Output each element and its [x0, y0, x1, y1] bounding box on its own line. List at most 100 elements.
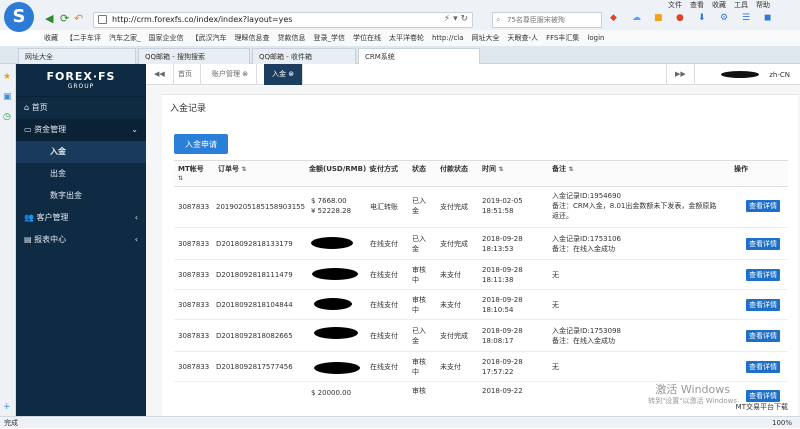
- customers-label: 客户管理: [36, 213, 69, 222]
- bookmark-3[interactable]: 国家企业信: [149, 33, 184, 43]
- bookmark-13[interactable]: FFS丰汇集: [546, 33, 579, 43]
- profile-icon[interactable]: ◼: [764, 13, 771, 23]
- cloud-icon[interactable]: ☁: [632, 13, 641, 23]
- tab-2[interactable]: QQ邮箱 - 收件箱: [252, 48, 356, 64]
- view-details-button[interactable]: 查看详情: [746, 238, 780, 250]
- document-icon[interactable]: ▣: [3, 92, 12, 102]
- crm-app: FOREX·FS GROUP ⌂ 首页 ▭ 资金管理 ⌄ 入金 出金 数字出金 👥…: [16, 64, 800, 417]
- table-row: 3087833 D2018092818104844 在线支付 审核中 未支付 2…: [174, 290, 788, 320]
- pay-method: 在线支付: [370, 271, 398, 279]
- bookmark-8[interactable]: 学位在线: [353, 33, 381, 43]
- tab-home[interactable]: 首页: [170, 64, 201, 85]
- tab-deposit[interactable]: 入金 ⊗: [264, 64, 304, 85]
- tab-deposit-label: 入金: [272, 70, 286, 78]
- sidebar-item-deposit[interactable]: 入金: [16, 141, 146, 163]
- pay-status: 支付完成: [440, 332, 468, 340]
- extension-icon[interactable]: ◆: [610, 13, 617, 23]
- menu-icon[interactable]: ☰: [742, 13, 750, 23]
- col-paystatus[interactable]: 付款状态: [440, 165, 468, 174]
- zoom-level[interactable]: 100%: [772, 417, 792, 429]
- bookmark-0[interactable]: 收藏: [44, 33, 58, 43]
- bookmark-11[interactable]: 网址大全: [472, 33, 500, 43]
- tab-3-label: CRM系统: [365, 53, 395, 61]
- sidebar-item-funds[interactable]: ▭ 资金管理 ⌄: [16, 119, 146, 141]
- back-icon[interactable]: ◀: [45, 12, 53, 25]
- col-time[interactable]: 时间 ⇅: [482, 165, 503, 174]
- menu-view[interactable]: 查看: [690, 0, 704, 10]
- address-bar[interactable]: http://crm.forexfs.co/index/index?layout…: [93, 12, 473, 28]
- bookmark-4[interactable]: 【武汉汽车: [192, 33, 227, 43]
- refresh-icon[interactable]: ⟳: [60, 12, 69, 25]
- pay-status: 支付完成: [440, 240, 468, 248]
- tab-1[interactable]: QQ邮箱 - 搜狗搜索: [138, 48, 250, 64]
- tab-account-label: 账户管理: [212, 70, 240, 78]
- col-amount[interactable]: 金额(USD/RMB) ⇅: [309, 165, 374, 174]
- bookmark-14[interactable]: login: [587, 34, 604, 42]
- view-details-button[interactable]: 查看详情: [746, 361, 780, 373]
- view-details-button[interactable]: 查看详情: [746, 299, 780, 311]
- app-icon[interactable]: ●: [676, 13, 684, 23]
- view-details-button[interactable]: 查看详情: [746, 269, 780, 281]
- sidebar-item-digital-withdraw[interactable]: 数字出金: [16, 185, 146, 207]
- menu-help[interactable]: 帮助: [756, 0, 770, 10]
- view-details-button[interactable]: 查看详情: [746, 390, 780, 402]
- tabs-next-icon[interactable]: ▶▶: [666, 64, 695, 85]
- menu-file[interactable]: 文件: [668, 0, 682, 10]
- bookmark-12[interactable]: 天眼查-人: [508, 33, 539, 43]
- clock-icon[interactable]: ◷: [3, 112, 11, 122]
- sidebar-item-withdraw[interactable]: 出金: [16, 163, 146, 185]
- bookmark-10[interactable]: http://cla: [432, 34, 464, 42]
- menu-favorites[interactable]: 收藏: [712, 0, 726, 10]
- users-icon: 👥: [24, 213, 34, 222]
- search-box[interactable]: ⌕: [492, 12, 602, 28]
- menu-bar: 文件 查看 收藏 工具 帮助: [668, 0, 770, 10]
- col-order[interactable]: 订单号 ⇅: [218, 165, 246, 174]
- search-input[interactable]: [493, 13, 601, 27]
- tab-0[interactable]: 网址大全: [18, 48, 136, 64]
- pay-method: 在线支付: [370, 332, 398, 340]
- undo-icon[interactable]: ↶: [74, 12, 83, 25]
- bookmark-1[interactable]: 【二手车评: [66, 33, 101, 43]
- col-status[interactable]: 状态: [412, 165, 426, 174]
- deposit-apply-button[interactable]: 入金申请: [174, 134, 228, 154]
- browser-window: 文件 查看 收藏 工具 帮助 S ◀ ⟳ ↶ http://crm.forexf…: [0, 0, 800, 428]
- col-note[interactable]: 备注 ⇅: [552, 165, 573, 174]
- settings-icon[interactable]: ⚙: [720, 13, 728, 23]
- plus-icon[interactable]: +: [3, 402, 11, 412]
- folder-icon[interactable]: ■: [654, 13, 663, 23]
- tab-3[interactable]: CRM系统: [358, 48, 480, 64]
- pay-status: 未支付: [440, 363, 461, 371]
- language-select[interactable]: zh-CN: [769, 71, 790, 79]
- view-details-button[interactable]: 查看详情: [746, 200, 780, 212]
- tab-account[interactable]: 账户管理 ⊗: [204, 64, 258, 85]
- menu-tools[interactable]: 工具: [734, 0, 748, 10]
- sidebar-item-home[interactable]: ⌂ 首页: [16, 97, 146, 119]
- bookmark-5[interactable]: 理睬信息查: [235, 33, 270, 43]
- col-pay-label: 支付方式: [370, 165, 398, 173]
- col-mt-label: MT帐号: [178, 165, 204, 173]
- url-text[interactable]: http://crm.forexfs.co/index/index?layout…: [112, 15, 292, 24]
- mt-account: 3087833: [178, 363, 210, 371]
- sidebar-item-reports[interactable]: ▤ 报表中心 ‹: [16, 229, 146, 251]
- browser-logo-icon[interactable]: S: [4, 2, 34, 32]
- col-mt[interactable]: MT帐号 ⇅: [178, 165, 204, 183]
- table-row: 3087833 20190205185158903155 $ 7668.00 ¥…: [174, 187, 788, 228]
- bookmark-7[interactable]: 登录_学信: [314, 33, 346, 43]
- bookmark-2[interactable]: 汽车之家_: [109, 33, 141, 43]
- mt-platform-download-link[interactable]: MT交易平台下载: [735, 402, 788, 412]
- address-actions-icon[interactable]: ⚡ ▾ ↻: [444, 14, 468, 24]
- col-pay[interactable]: 支付方式: [370, 165, 398, 174]
- bookmark-6[interactable]: 贷款信息: [278, 33, 306, 43]
- amount: $ 20000.00: [311, 389, 352, 397]
- title-bar: 文件 查看 收藏 工具 帮助: [0, 0, 800, 10]
- star-icon[interactable]: ★: [3, 72, 11, 82]
- status: 已入金: [412, 235, 426, 253]
- download-icon[interactable]: ⬇: [698, 13, 706, 23]
- chevron-down-icon: ⌄: [131, 125, 138, 134]
- view-details-button[interactable]: 查看详情: [746, 330, 780, 342]
- bookmark-9[interactable]: 太平洋卷轮: [389, 33, 424, 43]
- sidebar-item-customers[interactable]: 👥 客户管理 ‹: [16, 207, 146, 229]
- pay-status: 未支付: [440, 301, 461, 309]
- col-paystatus-label: 付款状态: [440, 165, 468, 173]
- note: 入金记录ID:1753106 备注：在线入金成功: [552, 235, 621, 253]
